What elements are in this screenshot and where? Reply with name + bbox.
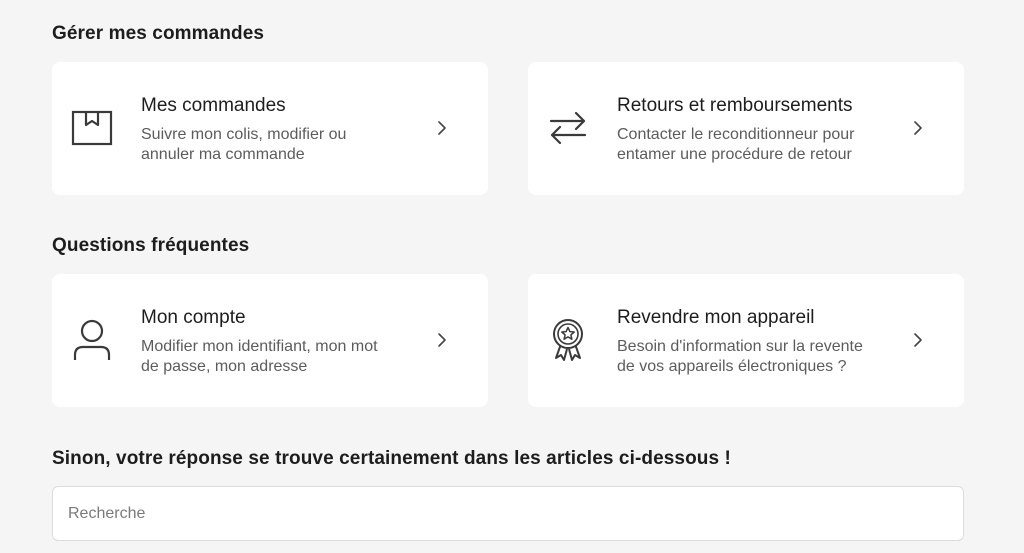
- card-description-line: de passe, mon adresse: [141, 358, 308, 375]
- chevron-right-icon: [434, 332, 450, 348]
- search-input[interactable]: [52, 486, 964, 541]
- chevron-right-icon: [910, 120, 926, 136]
- card-title: Mes commandes: [141, 95, 286, 116]
- arrows-exchange-icon: [546, 106, 590, 150]
- help-center-page: Gérer mes commandes Mes commandes Suivre…: [0, 0, 1024, 553]
- card-description-line: Suivre mon colis, modifier ou: [141, 126, 347, 143]
- card-description: Contacter le reconditionneur pour entame…: [617, 125, 907, 165]
- package-icon: [70, 106, 114, 150]
- section-title-manage-orders: Gérer mes commandes: [52, 23, 265, 44]
- section-title-faq: Questions fréquentes: [52, 235, 250, 256]
- section-title-articles: Sinon, votre réponse se trouve certainem…: [52, 448, 731, 469]
- card-my-account[interactable]: Mon compte Modifier mon identifiant, mon…: [52, 274, 488, 407]
- award-badge-icon: [546, 318, 590, 362]
- card-description-line: Besoin d'information sur la revente: [617, 338, 863, 355]
- card-description-line: entamer une procédure de retour: [617, 146, 852, 163]
- card-description-line: Modifier mon identifiant, mon mot: [141, 338, 378, 355]
- card-description: Modifier mon identifiant, mon mot de pas…: [141, 337, 431, 377]
- chevron-right-icon: [910, 332, 926, 348]
- card-description-line: annuler ma commande: [141, 146, 305, 163]
- card-description: Suivre mon colis, modifier ou annuler ma…: [141, 125, 431, 165]
- card-my-orders[interactable]: Mes commandes Suivre mon colis, modifier…: [52, 62, 488, 195]
- card-title: Mon compte: [141, 307, 246, 328]
- chevron-right-icon: [434, 120, 450, 136]
- card-title: Retours et remboursements: [617, 95, 853, 116]
- card-description: Besoin d'information sur la revente de v…: [617, 337, 907, 377]
- card-returns-refunds[interactable]: Retours et remboursements Contacter le r…: [528, 62, 964, 195]
- card-resell-device[interactable]: Revendre mon appareil Besoin d'informati…: [528, 274, 964, 407]
- card-title: Revendre mon appareil: [617, 307, 815, 328]
- card-description-line: Contacter le reconditionneur pour: [617, 126, 855, 143]
- card-description-line: de vos appareils électroniques ?: [617, 358, 847, 375]
- user-icon: [70, 318, 114, 362]
